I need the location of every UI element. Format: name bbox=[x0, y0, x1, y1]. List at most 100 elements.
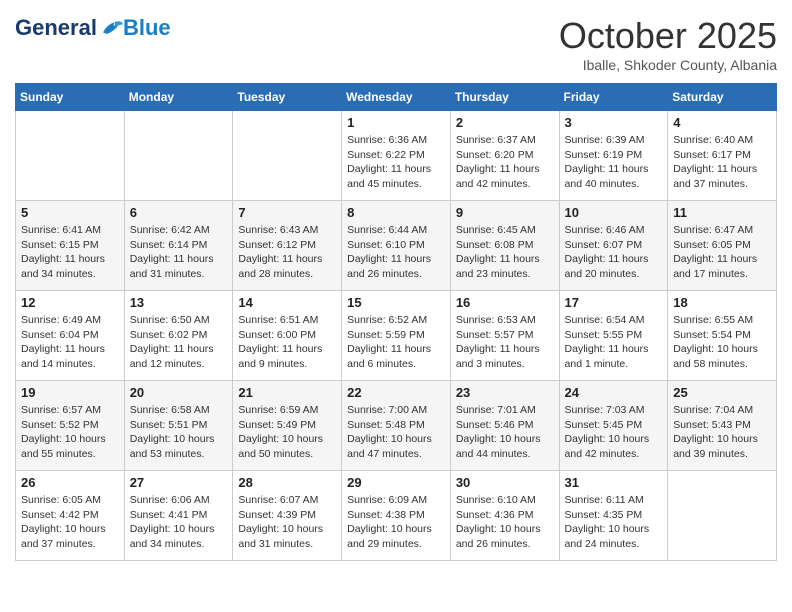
day-info: Sunrise: 7:03 AM Sunset: 5:45 PM Dayligh… bbox=[565, 403, 663, 462]
calendar-cell: 29 Sunrise: 6:09 AM Sunset: 4:38 PM Dayli… bbox=[342, 471, 451, 561]
day-info: Sunrise: 6:47 AM Sunset: 6:05 PM Dayligh… bbox=[673, 223, 771, 282]
day-info: Sunrise: 6:52 AM Sunset: 5:59 PM Dayligh… bbox=[347, 313, 445, 372]
calendar-cell: 18 Sunrise: 6:55 AM Sunset: 5:54 PM Dayli… bbox=[668, 291, 777, 381]
day-info: Sunrise: 6:57 AM Sunset: 5:52 PM Dayligh… bbox=[21, 403, 119, 462]
day-info: Sunrise: 6:07 AM Sunset: 4:39 PM Dayligh… bbox=[238, 493, 336, 552]
day-number: 30 bbox=[456, 475, 554, 490]
day-info: Sunrise: 6:45 AM Sunset: 6:08 PM Dayligh… bbox=[456, 223, 554, 282]
calendar-cell bbox=[16, 111, 125, 201]
calendar-cell: 6 Sunrise: 6:42 AM Sunset: 6:14 PM Daylig… bbox=[124, 201, 233, 291]
day-number: 29 bbox=[347, 475, 445, 490]
calendar-cell: 17 Sunrise: 6:54 AM Sunset: 5:55 PM Dayli… bbox=[559, 291, 668, 381]
calendar-cell: 5 Sunrise: 6:41 AM Sunset: 6:15 PM Daylig… bbox=[16, 201, 125, 291]
calendar-cell bbox=[124, 111, 233, 201]
day-number: 6 bbox=[130, 205, 228, 220]
location-subtitle: Iballe, Shkoder County, Albania bbox=[559, 57, 777, 73]
calendar-cell: 10Sunrise: 6:46 AM Sunset: 6:07 PM Dayli… bbox=[559, 201, 668, 291]
day-number: 11 bbox=[673, 205, 771, 220]
calendar-cell: 28 Sunrise: 6:07 AM Sunset: 4:39 PM Dayli… bbox=[233, 471, 342, 561]
day-number: 26 bbox=[21, 475, 119, 490]
day-number: 28 bbox=[238, 475, 336, 490]
day-number: 21 bbox=[238, 385, 336, 400]
month-title: October 2025 bbox=[559, 15, 777, 57]
day-info: Sunrise: 7:01 AM Sunset: 5:46 PM Dayligh… bbox=[456, 403, 554, 462]
day-info: Sunrise: 6:55 AM Sunset: 5:54 PM Dayligh… bbox=[673, 313, 771, 372]
day-info: Sunrise: 6:50 AM Sunset: 6:02 PM Dayligh… bbox=[130, 313, 228, 372]
day-number: 27 bbox=[130, 475, 228, 490]
logo-blue-text: Blue bbox=[123, 15, 171, 41]
day-number: 18 bbox=[673, 295, 771, 310]
day-info: Sunrise: 6:54 AM Sunset: 5:55 PM Dayligh… bbox=[565, 313, 663, 372]
page-header: General Blue October 2025 Iballe, Shkode… bbox=[15, 15, 777, 73]
calendar-cell: 9 Sunrise: 6:45 AM Sunset: 6:08 PM Daylig… bbox=[450, 201, 559, 291]
day-number: 13 bbox=[130, 295, 228, 310]
day-number: 23 bbox=[456, 385, 554, 400]
day-info: Sunrise: 6:59 AM Sunset: 5:49 PM Dayligh… bbox=[238, 403, 336, 462]
day-info: Sunrise: 6:39 AM Sunset: 6:19 PM Dayligh… bbox=[565, 133, 663, 192]
day-info: Sunrise: 7:00 AM Sunset: 5:48 PM Dayligh… bbox=[347, 403, 445, 462]
calendar-cell: 15 Sunrise: 6:52 AM Sunset: 5:59 PM Dayli… bbox=[342, 291, 451, 381]
logo-bird-icon bbox=[99, 17, 123, 39]
weekday-header-tuesday: Tuesday bbox=[233, 84, 342, 111]
calendar-cell: 12Sunrise: 6:49 AM Sunset: 6:04 PM Dayli… bbox=[16, 291, 125, 381]
day-info: Sunrise: 6:41 AM Sunset: 6:15 PM Dayligh… bbox=[21, 223, 119, 282]
weekday-header-monday: Monday bbox=[124, 84, 233, 111]
day-info: Sunrise: 7:04 AM Sunset: 5:43 PM Dayligh… bbox=[673, 403, 771, 462]
calendar-week-3: 12Sunrise: 6:49 AM Sunset: 6:04 PM Dayli… bbox=[16, 291, 777, 381]
calendar-cell: 7 Sunrise: 6:43 AM Sunset: 6:12 PM Daylig… bbox=[233, 201, 342, 291]
calendar-cell: 2Sunrise: 6:37 AM Sunset: 6:20 PM Daylig… bbox=[450, 111, 559, 201]
calendar-cell: 1 Sunrise: 6:36 AM Sunset: 6:22 PM Daylig… bbox=[342, 111, 451, 201]
day-number: 20 bbox=[130, 385, 228, 400]
weekday-header-row: SundayMondayTuesdayWednesdayThursdayFrid… bbox=[16, 84, 777, 111]
calendar-table: SundayMondayTuesdayWednesdayThursdayFrid… bbox=[15, 83, 777, 561]
day-info: Sunrise: 6:06 AM Sunset: 4:41 PM Dayligh… bbox=[130, 493, 228, 552]
day-number: 2 bbox=[456, 115, 554, 130]
calendar-cell: 8Sunrise: 6:44 AM Sunset: 6:10 PM Daylig… bbox=[342, 201, 451, 291]
day-number: 7 bbox=[238, 205, 336, 220]
day-info: Sunrise: 6:11 AM Sunset: 4:35 PM Dayligh… bbox=[565, 493, 663, 552]
day-info: Sunrise: 6:53 AM Sunset: 5:57 PM Dayligh… bbox=[456, 313, 554, 372]
calendar-week-1: 1 Sunrise: 6:36 AM Sunset: 6:22 PM Daylig… bbox=[16, 111, 777, 201]
calendar-cell: 21 Sunrise: 6:59 AM Sunset: 5:49 PM Dayli… bbox=[233, 381, 342, 471]
weekday-header-sunday: Sunday bbox=[16, 84, 125, 111]
day-info: Sunrise: 6:44 AM Sunset: 6:10 PM Dayligh… bbox=[347, 223, 445, 282]
weekday-header-wednesday: Wednesday bbox=[342, 84, 451, 111]
calendar-week-5: 26 Sunrise: 6:05 AM Sunset: 4:42 PM Dayli… bbox=[16, 471, 777, 561]
day-info: Sunrise: 6:42 AM Sunset: 6:14 PM Dayligh… bbox=[130, 223, 228, 282]
calendar-cell: 19 Sunrise: 6:57 AM Sunset: 5:52 PM Dayli… bbox=[16, 381, 125, 471]
calendar-cell: 11 Sunrise: 6:47 AM Sunset: 6:05 PM Dayli… bbox=[668, 201, 777, 291]
day-number: 5 bbox=[21, 205, 119, 220]
weekday-header-friday: Friday bbox=[559, 84, 668, 111]
logo-general-text: General bbox=[15, 15, 97, 41]
day-number: 4 bbox=[673, 115, 771, 130]
day-number: 14 bbox=[238, 295, 336, 310]
logo: General Blue bbox=[15, 15, 171, 41]
day-info: Sunrise: 6:09 AM Sunset: 4:38 PM Dayligh… bbox=[347, 493, 445, 552]
day-info: Sunrise: 6:05 AM Sunset: 4:42 PM Dayligh… bbox=[21, 493, 119, 552]
calendar-cell: 26 Sunrise: 6:05 AM Sunset: 4:42 PM Dayli… bbox=[16, 471, 125, 561]
weekday-header-saturday: Saturday bbox=[668, 84, 777, 111]
calendar-cell: 31 Sunrise: 6:11 AM Sunset: 4:35 PM Dayli… bbox=[559, 471, 668, 561]
day-info: Sunrise: 6:43 AM Sunset: 6:12 PM Dayligh… bbox=[238, 223, 336, 282]
day-info: Sunrise: 6:36 AM Sunset: 6:22 PM Dayligh… bbox=[347, 133, 445, 192]
calendar-cell: 23 Sunrise: 7:01 AM Sunset: 5:46 PM Dayli… bbox=[450, 381, 559, 471]
title-area: October 2025 Iballe, Shkoder County, Alb… bbox=[559, 15, 777, 73]
day-info: Sunrise: 6:49 AM Sunset: 6:04 PM Dayligh… bbox=[21, 313, 119, 372]
day-number: 31 bbox=[565, 475, 663, 490]
day-number: 22 bbox=[347, 385, 445, 400]
day-info: Sunrise: 6:51 AM Sunset: 6:00 PM Dayligh… bbox=[238, 313, 336, 372]
calendar-cell: 13 Sunrise: 6:50 AM Sunset: 6:02 PM Dayli… bbox=[124, 291, 233, 381]
calendar-cell: 20Sunrise: 6:58 AM Sunset: 5:51 PM Dayli… bbox=[124, 381, 233, 471]
day-number: 1 bbox=[347, 115, 445, 130]
day-info: Sunrise: 6:40 AM Sunset: 6:17 PM Dayligh… bbox=[673, 133, 771, 192]
day-number: 9 bbox=[456, 205, 554, 220]
calendar-cell: 25Sunrise: 7:04 AM Sunset: 5:43 PM Dayli… bbox=[668, 381, 777, 471]
calendar-cell: 16Sunrise: 6:53 AM Sunset: 5:57 PM Dayli… bbox=[450, 291, 559, 381]
day-number: 15 bbox=[347, 295, 445, 310]
calendar-week-4: 19 Sunrise: 6:57 AM Sunset: 5:52 PM Dayli… bbox=[16, 381, 777, 471]
day-number: 24 bbox=[565, 385, 663, 400]
day-number: 17 bbox=[565, 295, 663, 310]
day-number: 19 bbox=[21, 385, 119, 400]
calendar-cell bbox=[668, 471, 777, 561]
calendar-cell: 22 Sunrise: 7:00 AM Sunset: 5:48 PM Dayli… bbox=[342, 381, 451, 471]
